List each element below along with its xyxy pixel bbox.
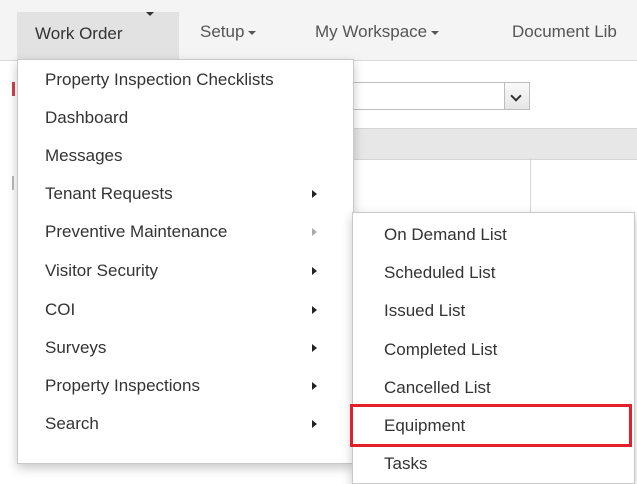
submenu-item-tasks[interactable]: Tasks <box>384 452 427 476</box>
background-select[interactable] <box>352 82 530 110</box>
chevron-right-icon <box>312 267 317 275</box>
menu-item-preventive-maintenance[interactable]: Preventive Maintenance <box>45 220 227 244</box>
nav-document-library-label: Document Lib <box>512 22 617 41</box>
submenu-item-cancelled-list[interactable]: Cancelled List <box>384 376 491 400</box>
submenu-item-issued-list[interactable]: Issued List <box>384 299 465 323</box>
submenu-item-completed-list[interactable]: Completed List <box>384 338 497 362</box>
background-panel-header <box>340 128 637 160</box>
chevron-right-icon <box>312 306 317 314</box>
nav-setup-label: Setup <box>200 22 245 41</box>
menu-item-surveys[interactable]: Surveys <box>45 336 106 360</box>
nav-setup[interactable]: Setup <box>200 12 257 52</box>
menu-item-tenant-requests[interactable]: Tenant Requests <box>45 182 173 206</box>
chevron-right-icon <box>312 228 317 236</box>
nav-work-order-label: Work Order <box>35 24 123 43</box>
submenu-item-scheduled-list[interactable]: Scheduled List <box>384 261 496 285</box>
chevron-down-icon <box>146 12 154 16</box>
background-marker <box>12 82 15 96</box>
menu-item-visitor-security[interactable]: Visitor Security <box>45 259 158 283</box>
chevron-right-icon <box>312 344 317 352</box>
work-order-dropdown-menu: Property Inspection Checklists Dashboard… <box>17 59 354 464</box>
background-divider <box>530 158 531 218</box>
submenu-item-on-demand-list[interactable]: On Demand List <box>384 223 507 247</box>
menu-item-coi[interactable]: COI <box>45 298 75 322</box>
chevron-right-icon <box>312 382 317 390</box>
top-navbar: Work Order Setup My Workspace Document L… <box>0 0 637 61</box>
chevron-right-icon <box>312 420 317 428</box>
nav-document-library[interactable]: Document Lib <box>512 12 617 52</box>
chevron-down-icon[interactable] <box>504 83 529 109</box>
equipment-highlight-box <box>350 404 632 447</box>
menu-item-dashboard[interactable]: Dashboard <box>45 106 128 130</box>
menu-item-property-inspections[interactable]: Property Inspections <box>45 374 200 398</box>
menu-item-search[interactable]: Search <box>45 412 99 436</box>
menu-item-messages[interactable]: Messages <box>45 144 122 168</box>
chevron-right-icon <box>312 190 317 198</box>
background-marker <box>12 176 14 190</box>
menu-item-property-inspection-checklists[interactable]: Property Inspection Checklists <box>45 68 274 92</box>
nav-my-workspace[interactable]: My Workspace <box>315 12 440 52</box>
nav-work-order[interactable]: Work Order <box>17 12 179 60</box>
nav-my-workspace-label: My Workspace <box>315 22 428 41</box>
chevron-down-icon <box>248 30 257 35</box>
chevron-down-icon <box>431 30 440 35</box>
